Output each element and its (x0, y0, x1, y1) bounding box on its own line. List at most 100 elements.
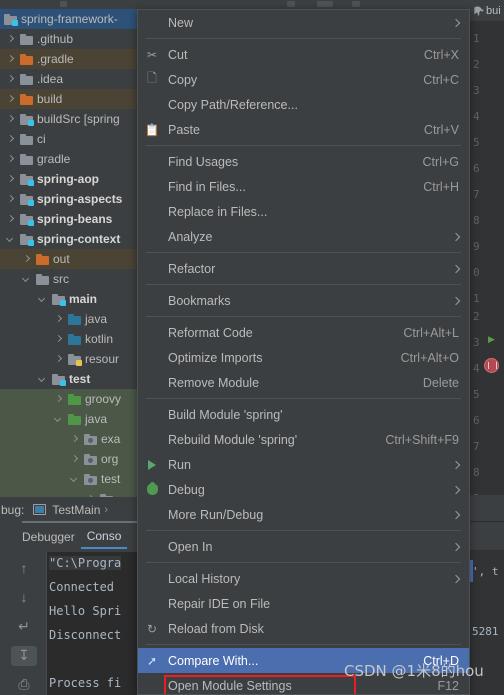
menu-icon-placeholder (142, 594, 162, 614)
chevron-right-icon[interactable] (22, 255, 31, 264)
console-output[interactable]: "C:\Progra Connected Hello Spri Disconne… (46, 552, 137, 695)
tree-node-main[interactable]: main (0, 289, 137, 309)
menu-item-rebuild-module[interactable]: Rebuild Module 'spring' Ctrl+Shift+F9 (138, 427, 469, 452)
chevron-right-icon[interactable] (6, 155, 15, 164)
editor-gutter[interactable]: 1 2 3 4 5 6 7 8 9 0 1 2 3 4 5 6 7 8 9 ▶ (470, 22, 504, 695)
chevron-right-icon[interactable] (6, 135, 15, 144)
step-down-icon[interactable]: ↓ (11, 587, 37, 607)
print-icon[interactable]: ⎙ (11, 675, 37, 695)
editor-tab[interactable]: bui (470, 0, 504, 22)
menu-item-bookmarks[interactable]: Bookmarks (138, 288, 469, 313)
tab-console[interactable]: Conso (80, 525, 128, 549)
toolbar-icon-c[interactable] (352, 1, 360, 7)
menu-item-replace-in-files[interactable]: Replace in Files... (138, 199, 469, 224)
menu-item-shortcut: Ctrl+Alt+L (403, 325, 459, 340)
tree-node-package-test[interactable]: test (0, 469, 137, 489)
chevron-right-icon[interactable] (6, 75, 15, 84)
menu-item-find-usages[interactable]: Find Usages Ctrl+G (138, 149, 469, 174)
soft-wrap-icon[interactable]: ↵ (11, 616, 37, 636)
project-toolbar-icon[interactable] (60, 1, 67, 7)
chevron-right-icon[interactable] (54, 355, 63, 364)
tree-node-main-kotlin[interactable]: kotlin (0, 329, 137, 349)
chevron-right-icon[interactable] (6, 115, 15, 124)
chevron-right-icon[interactable] (70, 435, 79, 444)
menu-item-local-history[interactable]: Local History (138, 566, 469, 591)
tree-node-spring-framework[interactable]: spring-framework- (0, 9, 137, 29)
debug-session-tab[interactable]: TestMain (52, 503, 100, 517)
menu-item-cut[interactable]: ✂ Cut Ctrl+X (138, 42, 469, 67)
project-tree[interactable]: spring-framework- .github .gradle .idea (0, 9, 137, 497)
menu-item-repair-ide-on-file[interactable]: Repair IDE on File (138, 591, 469, 616)
chevron-down-icon[interactable] (70, 475, 79, 484)
chevron-right-icon[interactable] (6, 175, 15, 184)
chevron-right-icon[interactable] (6, 55, 15, 64)
chevron-right-icon[interactable] (70, 455, 79, 464)
breakpoint-icon[interactable] (484, 358, 499, 373)
tree-node-src[interactable]: src (0, 269, 137, 289)
menu-item-reload-from-disk[interactable]: ↻ Reload from Disk (138, 616, 469, 641)
chevron-right-icon[interactable] (54, 395, 63, 404)
chevron-right-icon[interactable] (6, 95, 15, 104)
chevron-right-icon[interactable] (6, 35, 15, 44)
menu-item-debug[interactable]: Debug (138, 477, 469, 502)
menu-item-run[interactable]: Run (138, 452, 469, 477)
tree-node-out[interactable]: out (0, 249, 137, 269)
chevron-right-icon[interactable] (6, 215, 15, 224)
tree-node-package-org[interactable]: org (0, 449, 137, 469)
chevron-down-icon[interactable] (22, 275, 31, 284)
chevron-right-icon[interactable] (54, 335, 63, 344)
menu-item-remove-module[interactable]: Remove Module Delete (138, 370, 469, 395)
tree-node-test-groovy[interactable]: groovy (0, 389, 137, 409)
tree-node-ci[interactable]: ci (0, 129, 137, 149)
tree-node-github[interactable]: .github (0, 29, 137, 49)
menu-item-copy-path-reference[interactable]: Copy Path/Reference... (138, 92, 469, 117)
chevron-right-icon[interactable] (54, 315, 63, 324)
tree-node-nested-last[interactable] (0, 489, 137, 497)
toolbar-icon-b[interactable] (317, 1, 333, 7)
chevron-right-icon[interactable]: › (104, 504, 108, 516)
chevron-down-icon[interactable] (6, 235, 15, 244)
tree-node-main-java[interactable]: java (0, 309, 137, 329)
menu-item-open-in[interactable]: Open In (138, 534, 469, 559)
tree-node-test[interactable]: test (0, 369, 137, 389)
menu-item-open-module-settings[interactable]: Open Module Settings F12 (138, 673, 469, 694)
tree-node-spring-aop[interactable]: spring-aop (0, 169, 137, 189)
tab-debugger[interactable]: Debugger (16, 525, 81, 549)
scroll-to-end-icon[interactable]: ↧ (11, 645, 37, 666)
menu-item-refactor[interactable]: Refactor (138, 256, 469, 281)
context-menu[interactable]: New ✂ Cut Ctrl+X 🗋 Copy Ctrl+C Copy Path… (137, 9, 470, 695)
tree-node-idea[interactable]: .idea (0, 69, 137, 89)
menu-item-label: Run (168, 457, 191, 472)
tree-node-gradle[interactable]: gradle (0, 149, 137, 169)
tree-node-test-java[interactable]: java (0, 409, 137, 429)
chevron-right-icon[interactable] (6, 195, 15, 204)
menu-item-analyze[interactable]: Analyze (138, 224, 469, 249)
menu-item-new[interactable]: New (138, 10, 469, 35)
tree-node-main-resources[interactable]: resour (0, 349, 137, 369)
tree-node-build[interactable]: build (0, 89, 137, 109)
chevron-down-icon[interactable] (54, 415, 63, 424)
menu-item-compare-with[interactable]: ➚ Compare With... Ctrl+D (138, 648, 469, 673)
menu-item-more-run-debug[interactable]: More Run/Debug (138, 502, 469, 527)
menu-item-build-module[interactable]: Build Module 'spring' (138, 402, 469, 427)
menu-item-paste[interactable]: 📋 Paste Ctrl+V (138, 117, 469, 142)
tree-node-package-exa[interactable]: exa (0, 429, 137, 449)
chevron-down-icon[interactable] (38, 295, 47, 304)
toolbar-icon-a[interactable] (287, 1, 295, 7)
tree-node-spring-context[interactable]: spring-context (0, 229, 137, 249)
menu-item-label: Compare With... (168, 653, 259, 668)
line-number: 6 (473, 162, 480, 175)
debug-tab-bar[interactable]: Debugger Conso (0, 525, 137, 549)
menu-item-reformat-code[interactable]: Reformat Code Ctrl+Alt+L (138, 320, 469, 345)
chevron-down-icon[interactable] (38, 375, 47, 384)
tree-node-spring-aspects[interactable]: spring-aspects (0, 189, 137, 209)
menu-item-find-in-files[interactable]: Find in Files... Ctrl+H (138, 174, 469, 199)
tree-node-gradle-hidden[interactable]: .gradle (0, 49, 137, 69)
run-gutter-icon[interactable]: ▶ (488, 334, 495, 345)
tree-node-spring-beans[interactable]: spring-beans (0, 209, 137, 229)
tree-node-buildsrc[interactable]: buildSrc [spring (0, 109, 137, 129)
menu-item-copy[interactable]: 🗋 Copy Ctrl+C (138, 67, 469, 92)
excluded-folder-icon (36, 253, 49, 265)
menu-item-optimize-imports[interactable]: Optimize Imports Ctrl+Alt+O (138, 345, 469, 370)
step-up-icon[interactable]: ↑ (11, 558, 37, 578)
